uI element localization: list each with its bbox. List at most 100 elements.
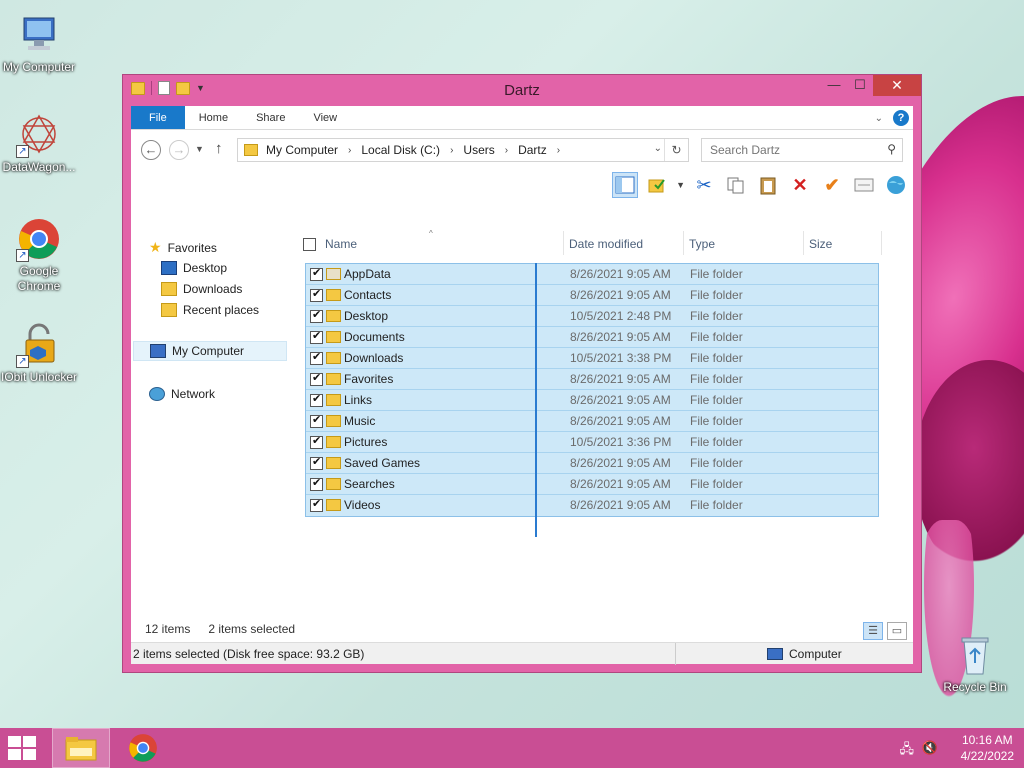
nav-item-recent-places[interactable]: Recent places — [161, 303, 259, 317]
select-folder-icon[interactable] — [644, 172, 670, 198]
title-bar[interactable]: ▼ Dartz — ☐ ✕ — [123, 75, 921, 105]
clock[interactable]: 10:16 AM 4/22/2022 — [961, 732, 1014, 764]
dropdown-icon[interactable]: ▼ — [676, 180, 685, 190]
recent-locations-icon[interactable]: ▼ — [195, 144, 204, 154]
desktop-icon-google-chrome[interactable]: ↗ Google Chrome — [0, 216, 78, 294]
volume-muted-icon[interactable]: 🔇 — [922, 740, 938, 756]
file-name: Documents — [344, 330, 405, 344]
documents-folder-icon — [326, 331, 341, 343]
file-row[interactable]: Pictures 10/5/2021 3:36 PM File folder — [306, 432, 878, 453]
breadcrumb-separator-icon[interactable]: › — [450, 145, 453, 156]
row-checkbox[interactable] — [310, 266, 323, 281]
row-checkbox[interactable] — [310, 455, 323, 470]
refresh-icon[interactable]: ↻ — [664, 139, 688, 161]
tab-file[interactable]: File — [131, 106, 185, 129]
taskbar-file-explorer[interactable] — [52, 728, 110, 768]
item-count: 12 items — [145, 622, 191, 636]
help-icon[interactable]: ? — [893, 110, 909, 126]
datawagon-icon: ↗ — [16, 112, 62, 158]
file-row[interactable]: Downloads 10/5/2021 3:38 PM File folder — [306, 348, 878, 369]
tab-home[interactable]: Home — [185, 106, 242, 129]
nav-item-downloads[interactable]: Downloads — [161, 282, 242, 296]
taskbar-chrome[interactable] — [114, 728, 172, 768]
row-checkbox[interactable] — [310, 371, 323, 386]
search-input[interactable] — [702, 139, 872, 161]
breadcrumb-my-computer[interactable]: My Computer — [266, 143, 338, 157]
nav-item-my-computer[interactable]: My Computer — [133, 341, 287, 361]
file-row[interactable]: Favorites 8/26/2021 9:05 AM File folder — [306, 369, 878, 390]
start-button[interactable] — [8, 736, 38, 760]
row-checkbox[interactable] — [310, 329, 323, 344]
links-folder-icon — [326, 394, 341, 406]
row-checkbox[interactable] — [310, 476, 323, 491]
select-all-checkbox[interactable] — [303, 238, 316, 251]
cut-icon[interactable]: ✂ — [691, 172, 717, 198]
column-header-size[interactable]: Size — [809, 237, 832, 251]
breadcrumb-separator-icon[interactable]: › — [505, 145, 508, 156]
column-header-type[interactable]: Type — [689, 237, 715, 251]
desktop-icon-iobit-unlocker[interactable]: ↗ IObit Unlocker — [0, 322, 78, 385]
status-bar: 12 items 2 items selected ☰ ▭ 2 items se… — [131, 618, 913, 665]
wallpaper-petal — [914, 360, 1024, 580]
column-resize-line[interactable] — [535, 263, 537, 537]
file-type: File folder — [690, 393, 743, 407]
details-view-icon[interactable]: ☰ — [863, 622, 883, 640]
close-button[interactable]: ✕ — [873, 75, 921, 96]
copy-icon[interactable] — [723, 172, 749, 198]
properties-icon[interactable] — [851, 172, 877, 198]
forward-button[interactable]: → — [169, 140, 189, 160]
file-row[interactable]: Videos 8/26/2021 9:05 AM File folder — [306, 495, 878, 516]
column-header-name[interactable]: Name — [325, 237, 357, 251]
file-date: 10/5/2021 3:38 PM — [570, 351, 672, 365]
file-date: 8/26/2021 9:05 AM — [570, 393, 671, 407]
tab-view[interactable]: View — [299, 106, 351, 129]
search-box[interactable]: ⚲ — [701, 138, 903, 162]
file-row[interactable]: AppData 8/26/2021 9:05 AM File folder — [306, 264, 878, 285]
tab-share[interactable]: Share — [242, 106, 299, 129]
breadcrumb-dartz[interactable]: Dartz — [518, 143, 547, 157]
file-row[interactable]: Saved Games 8/26/2021 9:05 AM File folder — [306, 453, 878, 474]
rename-icon[interactable]: ✔ — [819, 172, 845, 198]
nav-item-network[interactable]: Network — [149, 387, 215, 401]
paste-icon[interactable] — [755, 172, 781, 198]
desktop-icon-recycle-bin[interactable]: Recycle Bin — [936, 632, 1014, 695]
breadcrumb-users[interactable]: Users — [463, 143, 494, 157]
row-checkbox[interactable] — [310, 350, 323, 365]
desktop-icon-datawagon[interactable]: ↗ DataWagon... — [0, 112, 78, 175]
minimize-button[interactable]: — — [821, 75, 847, 96]
file-row[interactable]: Links 8/26/2021 9:05 AM File folder — [306, 390, 878, 411]
globe-icon[interactable] — [883, 172, 909, 198]
navigation-pane: ★ Favorites Desktop Downloads Recent pla… — [131, 231, 291, 618]
breadcrumb-separator-icon[interactable]: › — [348, 145, 351, 156]
file-row[interactable]: Documents 8/26/2021 9:05 AM File folder — [306, 327, 878, 348]
preview-pane-icon[interactable] — [612, 172, 639, 198]
up-button[interactable]: ↑ — [215, 140, 223, 157]
large-icons-view-icon[interactable]: ▭ — [887, 622, 907, 640]
desktop-icon-my-computer[interactable]: My Computer — [0, 12, 78, 75]
back-button[interactable]: ← — [141, 140, 161, 160]
nav-item-desktop[interactable]: Desktop — [161, 261, 227, 275]
file-row[interactable]: Contacts 8/26/2021 9:05 AM File folder — [306, 285, 878, 306]
column-header-date-modified[interactable]: Date modified — [569, 237, 643, 251]
breadcrumb-separator-icon[interactable]: › — [557, 145, 560, 156]
address-dropdown-icon[interactable]: ⌄ — [654, 143, 662, 154]
expand-ribbon-icon[interactable]: ⌄ — [875, 113, 883, 124]
maximize-button[interactable]: ☐ — [847, 75, 873, 96]
row-checkbox[interactable] — [310, 308, 323, 323]
row-checkbox[interactable] — [310, 413, 323, 428]
row-checkbox[interactable] — [310, 287, 323, 302]
file-row[interactable]: Music 8/26/2021 9:05 AM File folder — [306, 411, 878, 432]
window-title: Dartz — [504, 82, 540, 99]
row-checkbox[interactable] — [310, 434, 323, 449]
file-row[interactable]: Desktop 10/5/2021 2:48 PM File folder — [306, 306, 878, 327]
address-bar[interactable]: My Computer › Local Disk (C:) › Users › … — [237, 138, 689, 162]
file-row[interactable]: Searches 8/26/2021 9:05 AM File folder — [306, 474, 878, 495]
delete-icon[interactable]: ✕ — [787, 172, 813, 198]
row-checkbox[interactable] — [310, 392, 323, 407]
network-tray-icon[interactable]: 🖧 — [900, 740, 915, 762]
row-checkbox[interactable] — [310, 497, 323, 512]
nav-item-favorites[interactable]: ★ Favorites — [149, 239, 217, 256]
breadcrumb-local-disk[interactable]: Local Disk (C:) — [361, 143, 440, 157]
content-area: ★ Favorites Desktop Downloads Recent pla… — [131, 229, 913, 618]
search-icon[interactable]: ⚲ — [887, 142, 896, 156]
